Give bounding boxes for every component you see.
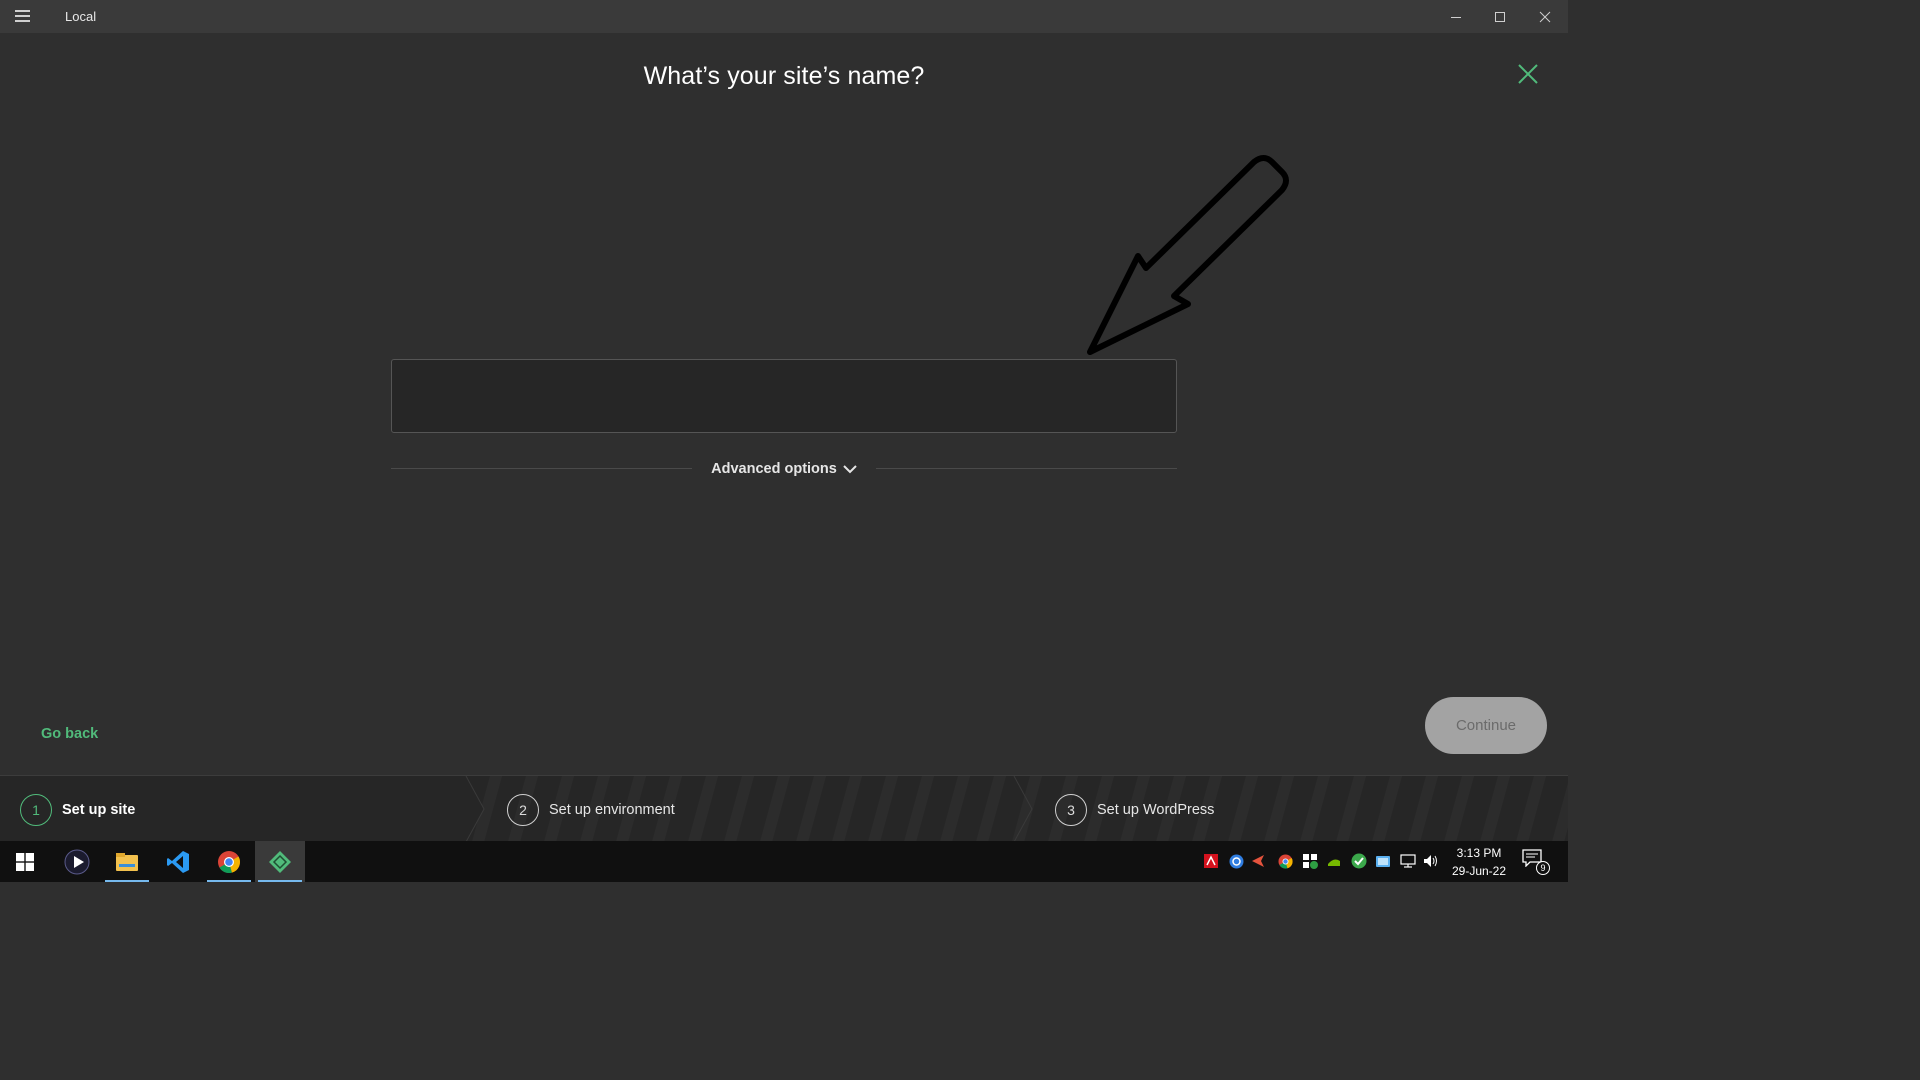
- menu-icon[interactable]: [15, 10, 30, 22]
- browser-helper-icon[interactable]: [1228, 853, 1244, 869]
- vscode-icon: [167, 850, 189, 873]
- step-set-up-environment: 2 Set up environment: [507, 794, 675, 826]
- stepper-background-pattern: [0, 776, 1568, 841]
- page-title: What’s your site’s name?: [643, 62, 925, 90]
- clock-time: 3:13 PM: [1456, 846, 1502, 860]
- step-label: Set up environment: [549, 802, 675, 818]
- nvidia-icon[interactable]: [1326, 853, 1342, 869]
- window-close-button[interactable]: [1523, 0, 1567, 33]
- maximize-icon: [1495, 11, 1505, 22]
- window-title: Local: [65, 9, 97, 24]
- taskbar-chrome[interactable]: [204, 841, 254, 882]
- clock-date: 29-Jun-22: [1451, 864, 1507, 878]
- file-explorer-icon: [116, 852, 138, 871]
- site-name-input[interactable]: [391, 359, 1177, 433]
- maximize-button[interactable]: [1478, 0, 1522, 33]
- minimize-button[interactable]: [1434, 0, 1478, 33]
- windows-logo-icon: [16, 852, 34, 871]
- divider: [876, 468, 1177, 469]
- step-set-up-wordpress: 3 Set up WordPress: [1055, 794, 1214, 826]
- pointer-arrow-annotation: [1087, 155, 1289, 355]
- advanced-options-toggle[interactable]: Advanced options: [700, 459, 868, 479]
- continue-button[interactable]: Continue: [1425, 697, 1547, 754]
- close-icon: [1539, 11, 1551, 22]
- step-number: 2: [507, 794, 539, 826]
- minimize-icon: [1451, 16, 1461, 18]
- chrome-icon[interactable]: [1277, 853, 1293, 869]
- advanced-options-label: Advanced options: [711, 461, 837, 477]
- adobe-icon[interactable]: [1203, 853, 1219, 869]
- chrome-icon: [218, 850, 240, 873]
- local-app-window: Local What’s your site’s name? Advanced …: [0, 0, 1568, 882]
- local-app-icon: [269, 850, 291, 873]
- step-set-up-site: 1 Set up site: [20, 794, 135, 826]
- close-wizard-button[interactable]: [1513, 59, 1543, 89]
- close-icon: [1518, 64, 1538, 84]
- setup-stepper: 1 Set up site 2 Set up environment 3 Set…: [0, 775, 1568, 841]
- start-button[interactable]: [0, 841, 50, 882]
- taskbar-vscode[interactable]: [153, 841, 203, 882]
- step-label: Set up WordPress: [1097, 802, 1215, 818]
- notification-count-badge: 9: [1536, 861, 1550, 875]
- windows-taskbar: 3:13 PM 29-Jun-22 9: [0, 841, 1568, 882]
- taskbar-file-explorer[interactable]: [102, 841, 152, 882]
- system-clock[interactable]: 3:13 PM 29-Jun-22: [1448, 844, 1510, 880]
- checkmark-icon[interactable]: [1351, 853, 1367, 869]
- media-player-icon: [64, 849, 90, 874]
- network-icon[interactable]: [1400, 853, 1416, 869]
- taskbar-media-player[interactable]: [52, 841, 102, 882]
- step-number: 1: [20, 794, 52, 826]
- chevron-down-icon: [843, 465, 857, 474]
- step-label: Set up site: [62, 802, 136, 818]
- cloud-icon[interactable]: [1375, 853, 1391, 869]
- step-number: 3: [1055, 794, 1087, 826]
- send-icon[interactable]: [1250, 853, 1266, 869]
- security-icon[interactable]: [1302, 853, 1318, 869]
- divider: [391, 468, 692, 469]
- volume-icon[interactable]: [1423, 853, 1439, 869]
- action-center-button[interactable]: 9: [1522, 849, 1552, 877]
- go-back-link[interactable]: Go back: [41, 726, 98, 742]
- title-bar: Local: [0, 0, 1568, 33]
- taskbar-local[interactable]: [255, 841, 305, 882]
